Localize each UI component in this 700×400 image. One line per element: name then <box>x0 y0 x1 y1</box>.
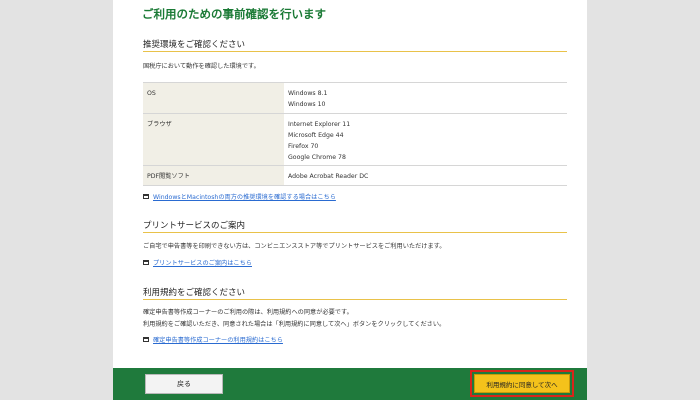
print-heading: プリントサービスのご案内 <box>143 221 246 231</box>
browser-value-line: Firefox 70 <box>288 143 319 150</box>
table-row: ブラウザ Internet Explorer 11 Microsoft Edge… <box>143 113 567 166</box>
table-cell-browser-value: Internet Explorer 11 Microsoft Edge 44 F… <box>284 113 567 166</box>
external-window-icon <box>143 337 149 342</box>
env-heading-rule <box>143 51 567 52</box>
os-value-line: Windows 10 <box>288 101 326 108</box>
terms-link-text[interactable]: 確定申告書等作成コーナーの利用規約はこちら <box>153 335 283 344</box>
agree-next-button[interactable]: 利用規約に同意して次へ <box>474 374 570 393</box>
table-cell-os-label: OS <box>143 82 284 114</box>
terms-text-1: 確定申告書等作成コーナーのご利用の際は、利用規約への同意が必要です。 <box>143 309 353 316</box>
table-cell-pdf-value: Adobe Acrobat Reader DC <box>284 165 567 186</box>
table-cell-pdf-label: PDF閲覧ソフト <box>143 165 284 186</box>
print-text: ご自宅で申告書等を印刷できない方は、コンビニエンスストア等でプリントサービスをご… <box>143 243 446 250</box>
print-heading-rule <box>143 232 567 233</box>
back-button[interactable]: 戻る <box>145 374 223 394</box>
terms-text-2: 利用規約をご確認いただき、同意された場合は「利用規約に同意して次へ」ボタンをクリ… <box>143 321 446 328</box>
table-row: PDF閲覧ソフト Adobe Acrobat Reader DC <box>143 165 567 186</box>
table-row: OS Windows 8.1 Windows 10 <box>143 82 567 114</box>
table-cell-browser-label: ブラウザ <box>143 113 284 166</box>
page-title: ご利用のための事前確認を行います <box>142 7 326 21</box>
env-link[interactable]: WindowsとMacintoshの両方の推奨環境を確認する場合はこちら <box>143 192 336 201</box>
external-window-icon <box>143 194 149 199</box>
browser-value-line: Internet Explorer 11 <box>288 121 351 128</box>
pdf-value-line: Adobe Acrobat Reader DC <box>288 173 369 180</box>
env-heading: 推奨環境をご確認ください <box>143 40 246 50</box>
os-value-line: Windows 8.1 <box>288 90 328 97</box>
terms-heading: 利用規約をご確認ください <box>143 288 246 298</box>
print-link-text[interactable]: プリントサービスのご案内はこちら <box>153 258 252 267</box>
print-link[interactable]: プリントサービスのご案内はこちら <box>143 258 252 267</box>
browser-value-line: Microsoft Edge 44 <box>288 132 344 139</box>
env-intro: 国税庁において動作を確認した環境です。 <box>143 63 260 70</box>
terms-link[interactable]: 確定申告書等作成コーナーの利用規約はこちら <box>143 335 283 344</box>
env-table: OS Windows 8.1 Windows 10 ブラウザ Internet … <box>143 82 567 186</box>
table-cell-os-value: Windows 8.1 Windows 10 <box>284 82 567 114</box>
env-link-text[interactable]: WindowsとMacintoshの両方の推奨環境を確認する場合はこちら <box>153 192 336 201</box>
terms-heading-rule <box>143 299 567 300</box>
external-window-icon <box>143 260 149 265</box>
browser-value-line: Google Chrome 78 <box>288 154 346 161</box>
